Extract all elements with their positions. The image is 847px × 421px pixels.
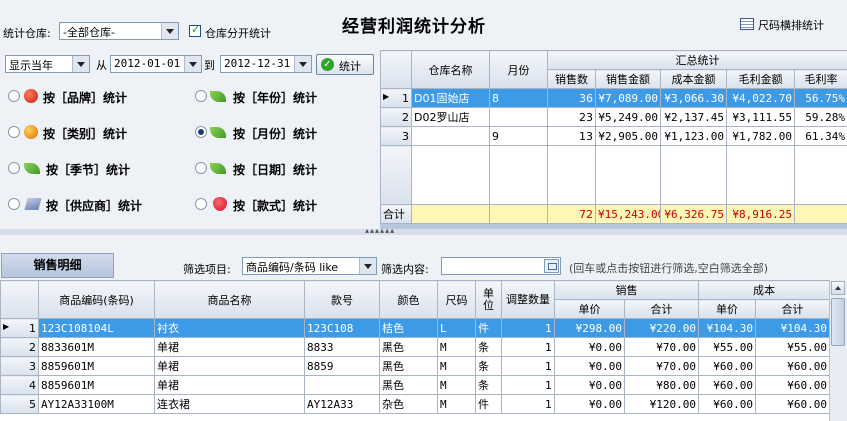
size-stats-button[interactable]: 尺码横排统计 — [738, 16, 838, 34]
tab-sales-detail[interactable]: 销售明细 — [1, 253, 114, 278]
orange-icon — [24, 125, 38, 139]
chevron-down-icon — [359, 258, 376, 274]
table-row[interactable]: 2 8833601M 单裙 8833 黑色 M 条 1 ¥0.00 ¥70.00… — [0, 337, 830, 357]
col-cost-price[interactable]: 单价 — [698, 299, 756, 319]
option-date-label[interactable]: 按［日期］统计 — [233, 161, 317, 178]
col-unit[interactable]: 单位 — [475, 280, 502, 319]
filter-item-select[interactable]: 商品编码/条码 like — [242, 257, 377, 275]
scroll-up-button[interactable] — [831, 281, 845, 295]
warehouse-select[interactable]: -全部仓库- — [59, 22, 179, 40]
option-date-radio[interactable] — [195, 162, 207, 174]
warehouse-label: 统计仓库: — [3, 27, 51, 40]
option-season-radio[interactable] — [8, 162, 20, 174]
chevron-down-icon — [72, 56, 89, 72]
chevron-down-icon — [184, 56, 201, 72]
stats-button[interactable]: ✓ 统计 — [316, 54, 374, 75]
option-year-radio[interactable] — [195, 90, 207, 102]
option-category-radio[interactable] — [8, 126, 20, 138]
col-sales[interactable]: 销售金额 — [595, 69, 661, 89]
filter-content-label: 筛选内容: — [381, 263, 429, 276]
option-brand-radio[interactable] — [8, 90, 20, 102]
col-size[interactable]: 尺码 — [437, 280, 476, 319]
option-season-label[interactable]: 按［季节］统计 — [46, 161, 130, 178]
col-group-sales: 销售 — [554, 280, 699, 300]
table-row[interactable]: ▶ 1 D01固始店 8 36 ¥7,089.00 ¥3,066.30 ¥4,02… — [380, 88, 847, 108]
summary-grid: 仓库名称 月份 汇总统计 销售数 销售金额 成本金额 毛利金额 毛利率 ▶ 1 D… — [380, 50, 847, 229]
col-profit[interactable]: 毛利金额 — [726, 69, 795, 89]
option-month-label[interactable]: 按［月份］统计 — [233, 125, 317, 142]
option-month-radio[interactable] — [195, 126, 207, 138]
search-icon — [548, 263, 557, 270]
to-date-input[interactable]: 2012-12-31 — [220, 55, 312, 73]
option-style-label[interactable]: 按［款式］统计 — [233, 197, 317, 214]
col-adjust-qty[interactable]: 调整数量 — [501, 280, 555, 319]
split-warehouse-checkbox[interactable] — [189, 23, 201, 37]
chevron-up-icon — [835, 286, 841, 290]
scroll-thumb[interactable] — [831, 298, 845, 346]
col-name[interactable]: 商品名称 — [154, 280, 305, 319]
option-brand-label[interactable]: 按［品牌］统计 — [43, 89, 127, 106]
chevron-down-icon — [294, 56, 311, 72]
from-date-input[interactable]: 2012-01-01 — [110, 55, 202, 73]
col-qty[interactable]: 销售数 — [547, 69, 596, 89]
col-warehouse[interactable]: 仓库名称 — [411, 50, 490, 89]
filter-search-button[interactable] — [544, 259, 559, 273]
table-row[interactable]: 3 8859601M 单裙 8859 黑色 M 条 1 ¥0.00 ¥70.00… — [0, 356, 830, 376]
splitter-grip-icon: ▴▴▴▴▴▴ — [365, 226, 396, 235]
chevron-down-icon — [161, 23, 178, 39]
col-sales-price[interactable]: 单价 — [554, 299, 625, 319]
detail-scrollbar[interactable] — [829, 280, 847, 421]
option-supplier-label[interactable]: 按［供应商］统计 — [46, 197, 142, 214]
table-row[interactable]: 2 D02罗山店 23 ¥5,249.00 ¥2,137.45 ¥3,111.5… — [380, 107, 847, 127]
option-year-label[interactable]: 按［年份］统计 — [233, 89, 317, 106]
corner-cell — [0, 280, 39, 319]
col-cost-total[interactable]: 合计 — [755, 299, 830, 319]
empty-row — [380, 145, 847, 205]
col-code[interactable]: 商品编码(条码) — [38, 280, 155, 319]
col-group-cost: 成本 — [698, 280, 830, 300]
from-label: 从 — [96, 59, 107, 72]
row-pointer-icon: ▶ — [3, 321, 10, 331]
table-row[interactable]: 5 AY12A33100M 连衣裙 AY12A33 杂色 M 件 1 ¥0.00… — [0, 394, 830, 414]
option-category-label[interactable]: 按［类别］统计 — [43, 125, 127, 142]
filter-item-label: 筛选项目: — [183, 263, 231, 276]
detail-grid: 商品编码(条码) 商品名称 款号 颜色 尺码 单位 调整数量 销售 成本 单价 … — [0, 280, 847, 421]
col-color[interactable]: 颜色 — [379, 280, 438, 319]
tomato-icon — [24, 89, 38, 103]
row-pointer-icon: ▶ — [383, 91, 390, 101]
col-style[interactable]: 款号 — [304, 280, 380, 319]
option-supplier-radio[interactable] — [8, 198, 20, 210]
to-label: 到 — [204, 59, 215, 72]
table-row[interactable]: 3 9 13 ¥2,905.00 ¥1,123.00 ¥1,782.00 61.… — [380, 126, 847, 146]
col-sales-total[interactable]: 合计 — [624, 299, 699, 319]
filter-hint: (回车或点击按钮进行筛选,空白筛选全部) — [569, 262, 769, 275]
total-row: 合计 72 ¥15,243.00 ¥6,326.75 ¥8,916.25 — [380, 204, 847, 224]
check-circle-icon: ✓ — [321, 58, 334, 71]
table-row[interactable]: 4 8859601M 单裙 黑色 M 条 1 ¥0.00 ¥80.00 ¥60.… — [0, 375, 830, 395]
table-icon — [740, 18, 754, 30]
table-row[interactable]: ▶ 1 123C108104L 衬衣 123C108 桔色 L 件 1 ¥298.… — [0, 318, 830, 338]
page-title: 经营利润统计分析 — [342, 17, 486, 37]
option-style-radio[interactable] — [195, 198, 207, 210]
col-group-summary: 汇总统计 — [546, 50, 847, 70]
filter-content-input[interactable] — [441, 257, 561, 275]
period-select[interactable]: 显示当年 — [5, 55, 90, 73]
corner-cell — [380, 50, 412, 89]
col-month[interactable]: 月份 — [489, 50, 548, 89]
split-warehouse-label: 仓库分开统计 — [205, 27, 271, 40]
col-rate[interactable]: 毛利率 — [793, 69, 847, 89]
col-cost[interactable]: 成本金额 — [660, 69, 727, 89]
